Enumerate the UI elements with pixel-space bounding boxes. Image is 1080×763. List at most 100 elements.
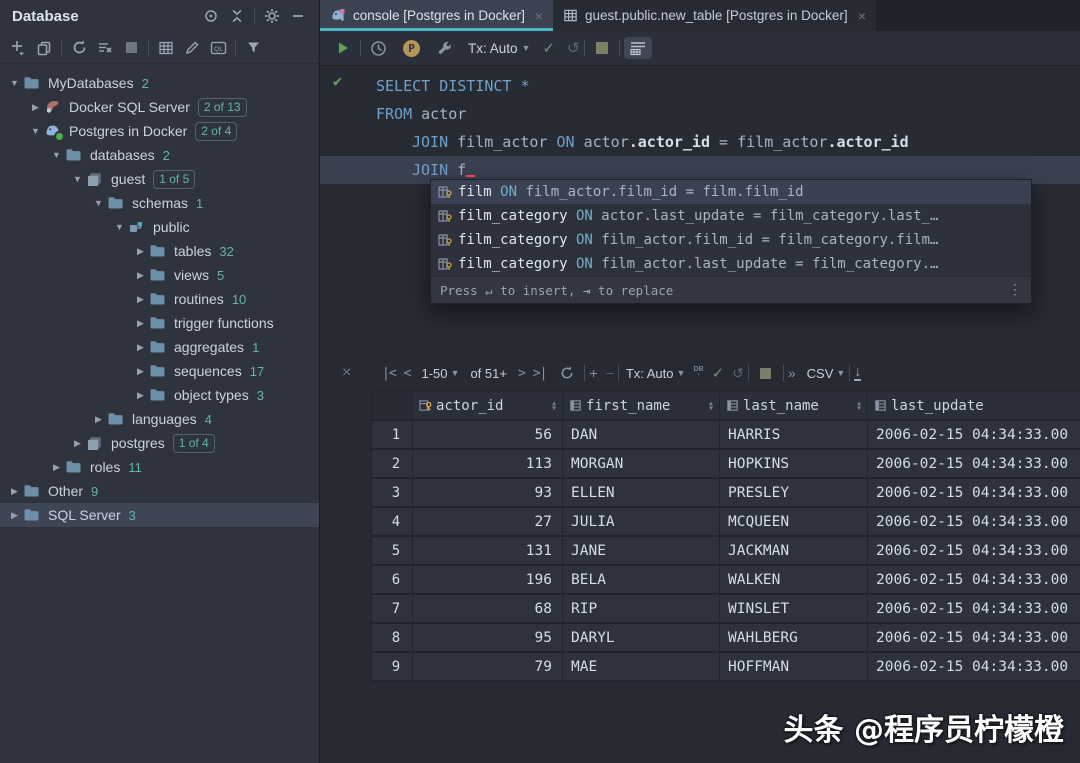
row-number-cell[interactable]: 8 bbox=[372, 624, 413, 653]
completion-item[interactable]: film_category ON actor.last_update = fil… bbox=[431, 204, 1031, 228]
last-update-cell[interactable]: 2006-02-15 04:34:33.00 bbox=[868, 566, 1080, 595]
last-name-cell[interactable]: MCQUEEN bbox=[720, 508, 868, 537]
column-header-last-update[interactable]: last_update bbox=[868, 392, 1080, 421]
actor-id-cell[interactable]: 196 bbox=[413, 566, 563, 595]
tree-chevron-icon[interactable]: ▶ bbox=[132, 390, 149, 401]
export-download-icon[interactable]: ↓ bbox=[854, 365, 861, 381]
tree-chevron-icon[interactable]: ▼ bbox=[27, 126, 44, 136]
tab-new-table[interactable]: guest.public.new_table [Postgres in Dock… bbox=[553, 0, 876, 31]
add-row-icon[interactable]: + bbox=[589, 365, 597, 381]
run-button[interactable] bbox=[330, 36, 356, 60]
first-name-cell[interactable]: DARYL bbox=[563, 624, 720, 653]
completion-item[interactable]: film_category ON film_actor.last_update … bbox=[431, 252, 1031, 276]
tree-chevron-icon[interactable]: ▼ bbox=[90, 198, 107, 208]
completion-item[interactable]: film_category ON film_actor.film_id = fi… bbox=[431, 228, 1031, 252]
settings-gear-icon[interactable] bbox=[259, 4, 285, 28]
reload-icon[interactable] bbox=[554, 361, 580, 385]
last-page-icon[interactable]: >| bbox=[533, 366, 547, 381]
first-name-cell[interactable]: MAE bbox=[563, 653, 720, 682]
chevron-down-icon[interactable]: ▼ bbox=[836, 368, 845, 378]
tree-item[interactable]: ▼ MyDatabases 2 bbox=[0, 71, 319, 95]
chevron-down-icon[interactable]: ▼ bbox=[451, 368, 460, 378]
tree-item[interactable]: ▶ Docker SQL Server 2 of 13 bbox=[0, 95, 319, 119]
forward-engineer-icon[interactable] bbox=[92, 36, 118, 60]
tree-chevron-icon[interactable]: ▶ bbox=[6, 510, 23, 521]
close-tab-icon[interactable]: × bbox=[858, 8, 866, 24]
tx-mode-label[interactable]: Tx: Auto bbox=[626, 366, 674, 381]
add-datasource-button[interactable] bbox=[5, 36, 31, 60]
last-name-cell[interactable]: JACKMAN bbox=[720, 537, 868, 566]
first-name-cell[interactable]: RIP bbox=[563, 595, 720, 624]
last-name-cell[interactable]: WALKEN bbox=[720, 566, 868, 595]
row-number-cell[interactable]: 3 bbox=[372, 479, 413, 508]
last-name-cell[interactable]: HOPKINS bbox=[720, 450, 868, 479]
tree-chevron-icon[interactable]: ▶ bbox=[27, 102, 44, 113]
tree-item[interactable]: ▶ postgres 1 of 4 bbox=[0, 431, 319, 455]
tree-item[interactable]: ▶ views 5 bbox=[0, 263, 319, 287]
actor-id-cell[interactable]: 95 bbox=[413, 624, 563, 653]
first-name-cell[interactable]: ELLEN bbox=[563, 479, 720, 508]
tree-item[interactable]: ▼ Postgres in Docker 2 of 4 bbox=[0, 119, 319, 143]
more-options-icon[interactable]: ⋮ bbox=[1008, 282, 1022, 298]
tree-chevron-icon[interactable]: ▶ bbox=[132, 366, 149, 377]
last-name-cell[interactable]: PRESLEY bbox=[720, 479, 868, 508]
tree-item[interactable]: ▼ schemas 1 bbox=[0, 191, 319, 215]
tree-item[interactable]: ▼ databases 2 bbox=[0, 143, 319, 167]
sort-icon[interactable]: ▲▼ bbox=[857, 401, 861, 411]
tree-chevron-icon[interactable]: ▶ bbox=[69, 438, 86, 449]
tree-chevron-icon[interactable]: ▶ bbox=[132, 342, 149, 353]
tree-chevron-icon[interactable]: ▶ bbox=[132, 246, 149, 257]
last-update-cell[interactable]: 2006-02-15 04:34:33.00 bbox=[868, 537, 1080, 566]
last-name-cell[interactable]: WINSLET bbox=[720, 595, 868, 624]
tree-item[interactable]: ▶ roles 11 bbox=[0, 455, 319, 479]
export-format-label[interactable]: CSV bbox=[807, 366, 834, 381]
filter-icon[interactable] bbox=[240, 36, 266, 60]
row-number-cell[interactable]: 7 bbox=[372, 595, 413, 624]
tree-item[interactable]: ▶ object types 3 bbox=[0, 383, 319, 407]
last-name-cell[interactable]: HOFFMAN bbox=[720, 653, 868, 682]
tree-item[interactable]: ▶ routines 10 bbox=[0, 287, 319, 311]
collapse-all-icon[interactable] bbox=[224, 4, 250, 28]
actor-id-cell[interactable]: 131 bbox=[413, 537, 563, 566]
page-range-label[interactable]: 1-50 bbox=[421, 366, 447, 381]
column-header-last-name[interactable]: last_name ▲▼ bbox=[720, 392, 868, 421]
last-update-cell[interactable]: 2006-02-15 04:34:33.00 bbox=[868, 421, 1080, 450]
column-header-first-name[interactable]: first_name ▲▼ bbox=[563, 392, 720, 421]
more-actions-icon[interactable]: » bbox=[788, 365, 796, 381]
tree-chevron-icon[interactable]: ▶ bbox=[48, 462, 65, 473]
first-name-cell[interactable]: JULIA bbox=[563, 508, 720, 537]
settings-wrench-icon[interactable] bbox=[432, 36, 458, 60]
tree-item[interactable]: ▼ public bbox=[0, 215, 319, 239]
first-name-cell[interactable]: MORGAN bbox=[563, 450, 720, 479]
first-name-cell[interactable]: DAN bbox=[563, 421, 720, 450]
chevron-down-icon[interactable]: ▼ bbox=[522, 43, 531, 53]
completion-item[interactable]: film ON film_actor.film_id = film.film_i… bbox=[431, 180, 1031, 204]
actor-id-cell[interactable]: 93 bbox=[413, 479, 563, 508]
sql-editor[interactable]: ✔ SELECT DISTINCT * FROM actor JOIN film… bbox=[320, 66, 1080, 356]
history-clock-icon[interactable] bbox=[365, 36, 391, 60]
next-page-icon[interactable]: > bbox=[518, 366, 525, 381]
tree-item[interactable]: ▶ tables 32 bbox=[0, 239, 319, 263]
duplicate-icon[interactable] bbox=[31, 36, 57, 60]
refresh-icon[interactable] bbox=[66, 36, 92, 60]
tab-console[interactable]: console [Postgres in Docker] × bbox=[320, 0, 553, 31]
tx-mode-label[interactable]: Tx: Auto bbox=[468, 41, 518, 56]
actor-id-cell[interactable]: 79 bbox=[413, 653, 563, 682]
tree-chevron-icon[interactable]: ▼ bbox=[6, 78, 23, 88]
tree-chevron-icon[interactable]: ▼ bbox=[111, 222, 128, 232]
sort-icon[interactable]: ▲▼ bbox=[709, 401, 713, 411]
tree-chevron-icon[interactable]: ▶ bbox=[90, 414, 107, 425]
row-number-cell[interactable]: 9 bbox=[372, 653, 413, 682]
close-tab-icon[interactable]: × bbox=[535, 8, 543, 24]
close-results-icon[interactable]: × bbox=[342, 364, 351, 382]
edit-pencil-icon[interactable] bbox=[179, 36, 205, 60]
actor-id-cell[interactable]: 56 bbox=[413, 421, 563, 450]
first-name-cell[interactable]: BELA bbox=[563, 566, 720, 595]
row-number-header[interactable] bbox=[372, 392, 413, 421]
table-view-icon[interactable] bbox=[153, 36, 179, 60]
actor-id-cell[interactable]: 68 bbox=[413, 595, 563, 624]
tree-chevron-icon[interactable]: ▶ bbox=[132, 294, 149, 305]
last-update-cell[interactable]: 2006-02-15 04:34:33.00 bbox=[868, 508, 1080, 537]
tree-item[interactable]: ▶ languages 4 bbox=[0, 407, 319, 431]
first-name-cell[interactable]: JANE bbox=[563, 537, 720, 566]
